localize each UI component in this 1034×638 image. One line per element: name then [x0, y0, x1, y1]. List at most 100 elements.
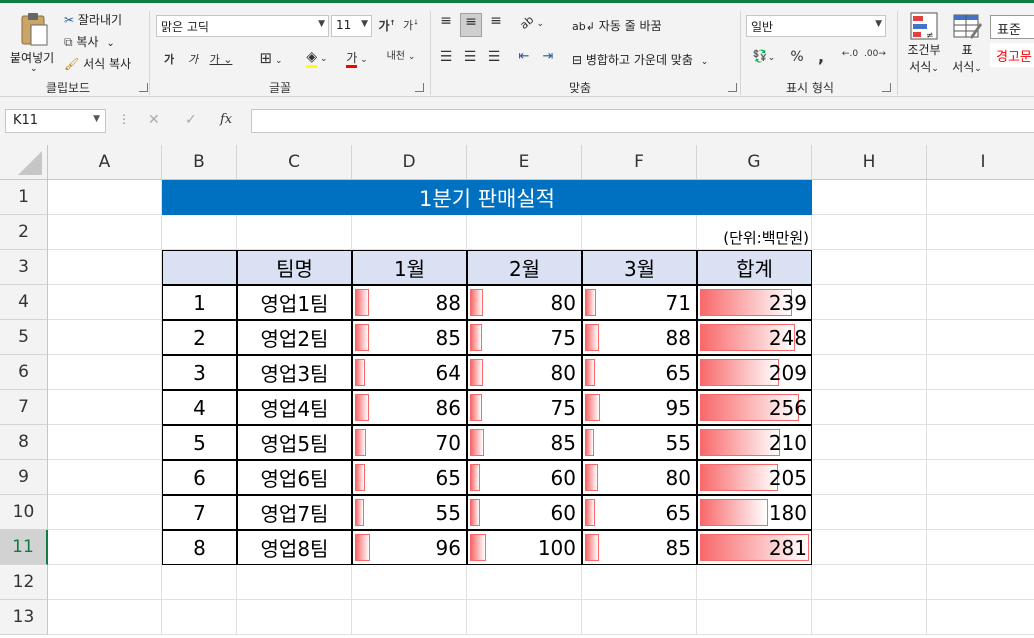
row-header[interactable]: 4 [0, 285, 48, 320]
worksheet-cell[interactable] [812, 320, 927, 355]
underline-button[interactable]: 가 ⌄ [208, 51, 234, 67]
orientation-button[interactable]: ab ⌄ [516, 13, 548, 32]
number-format-select[interactable]: 일반 ▼ [746, 15, 886, 37]
worksheet-cell[interactable] [48, 425, 162, 460]
alignment-dialog-launcher[interactable] [728, 83, 737, 92]
align-right-button[interactable]: ☰ [484, 49, 504, 65]
fill-color-button[interactable]: ◈ ⌄ [300, 49, 334, 68]
worksheet-cell[interactable] [48, 565, 162, 600]
row-header[interactable]: 7 [0, 390, 48, 425]
insert-function-button[interactable]: fx [220, 112, 232, 127]
table-cell-month-value[interactable]: 96 [352, 530, 467, 565]
worksheet-cell[interactable] [162, 600, 237, 635]
worksheet-cell[interactable] [927, 495, 1034, 530]
row-header[interactable]: 9 [0, 460, 48, 495]
row-header[interactable]: 5 [0, 320, 48, 355]
table-cell-month-value[interactable]: 64 [352, 355, 467, 390]
table-cell-total[interactable]: 180 [697, 495, 812, 530]
table-cell-month-value[interactable]: 55 [352, 495, 467, 530]
worksheet-cell[interactable] [48, 355, 162, 390]
worksheet-cell[interactable] [237, 565, 352, 600]
table-cell-no[interactable]: 1 [162, 285, 237, 320]
table-cell-total[interactable]: 256 [697, 390, 812, 425]
increase-indent-button[interactable]: ⇥ [538, 49, 558, 64]
worksheet-cell[interactable] [48, 600, 162, 635]
borders-button[interactable]: ⊞ ⌄ [254, 49, 288, 67]
worksheet-cell[interactable] [812, 355, 927, 390]
worksheet-cell[interactable] [237, 600, 352, 635]
increase-decimal-button[interactable]: ←.0 [840, 49, 860, 59]
column-header[interactable]: C [237, 145, 352, 180]
table-cell-month-value[interactable]: 85 [467, 425, 582, 460]
table-cell-total[interactable]: 210 [697, 425, 812, 460]
worksheet-cell[interactable] [812, 180, 927, 215]
name-box[interactable]: K11 ▼ [5, 109, 106, 133]
cancel-icon[interactable]: ✕ [148, 112, 160, 128]
table-cell-no[interactable]: 2 [162, 320, 237, 355]
worksheet-cell[interactable] [812, 285, 927, 320]
worksheet-cell[interactable] [467, 600, 582, 635]
worksheet-cell[interactable] [927, 285, 1034, 320]
worksheet-cell[interactable] [927, 530, 1034, 565]
table-cell-no[interactable]: 5 [162, 425, 237, 460]
worksheet-cell[interactable] [48, 460, 162, 495]
conditional-formatting-button[interactable]: ≠ 조건부 서식⌄ [902, 9, 946, 79]
table-header-cell[interactable] [162, 250, 237, 285]
worksheet-cell[interactable] [237, 215, 352, 250]
table-cell-total[interactable]: 248 [697, 320, 812, 355]
table-cell-month-value[interactable]: 85 [582, 530, 697, 565]
font-name-select[interactable]: 맑은 고딕 ▼ [156, 15, 329, 37]
table-cell-month-value[interactable]: 71 [582, 285, 697, 320]
worksheet-cell[interactable] [352, 565, 467, 600]
column-header[interactable]: B [162, 145, 237, 180]
table-header-cell[interactable]: 합계 [697, 250, 812, 285]
worksheet-cell[interactable] [812, 600, 927, 635]
worksheet-cell[interactable] [48, 320, 162, 355]
percent-button[interactable]: % [788, 49, 806, 65]
table-cell-month-value[interactable]: 86 [352, 390, 467, 425]
worksheet-cell[interactable] [812, 250, 927, 285]
italic-button[interactable]: 가 [184, 51, 202, 67]
column-header[interactable]: E [467, 145, 582, 180]
formula-input[interactable] [251, 109, 1034, 133]
table-cell-month-value[interactable]: 70 [352, 425, 467, 460]
sheet-title[interactable]: 1분기 판매실적 [162, 180, 812, 215]
table-header-cell[interactable]: 1월 [352, 250, 467, 285]
table-header-cell[interactable]: 3월 [582, 250, 697, 285]
align-middle-button[interactable]: ≡ [460, 13, 482, 37]
worksheet-cell[interactable] [162, 565, 237, 600]
worksheet-cell[interactable] [48, 390, 162, 425]
row-header[interactable]: 12 [0, 565, 48, 600]
phonetic-guide-button[interactable]: 내천 ⌄ [384, 47, 418, 62]
table-cell-month-value[interactable]: 88 [352, 285, 467, 320]
table-cell-month-value[interactable]: 80 [467, 285, 582, 320]
table-cell-month-value[interactable]: 65 [582, 495, 697, 530]
column-header[interactable]: G [697, 145, 812, 180]
table-cell-team[interactable]: 영업6팀 [237, 460, 352, 495]
table-cell-team[interactable]: 영업3팀 [237, 355, 352, 390]
worksheet-cell[interactable] [48, 180, 162, 215]
row-header[interactable]: 10 [0, 495, 48, 530]
row-header[interactable]: 2 [0, 215, 48, 250]
table-header-cell[interactable]: 팀명 [237, 250, 352, 285]
column-header[interactable]: H [812, 145, 927, 180]
worksheet-cell[interactable] [162, 215, 237, 250]
row-header[interactable]: 1 [0, 180, 48, 215]
table-cell-no[interactable]: 7 [162, 495, 237, 530]
worksheet-cell[interactable] [352, 600, 467, 635]
table-cell-no[interactable]: 3 [162, 355, 237, 390]
format-as-table-button[interactable]: 표 서식⌄ [948, 9, 986, 79]
worksheet-cell[interactable] [812, 390, 927, 425]
worksheet-cell[interactable] [467, 215, 582, 250]
font-size-select[interactable]: 11 ▼ [331, 15, 372, 37]
table-cell-month-value[interactable]: 88 [582, 320, 697, 355]
column-header[interactable]: F [582, 145, 697, 180]
table-cell-month-value[interactable]: 65 [352, 460, 467, 495]
table-cell-month-value[interactable]: 60 [467, 460, 582, 495]
worksheet-cell[interactable] [927, 565, 1034, 600]
worksheet-cell[interactable] [48, 495, 162, 530]
row-header[interactable]: 3 [0, 250, 48, 285]
table-cell-month-value[interactable]: 85 [352, 320, 467, 355]
worksheet-cell[interactable] [812, 495, 927, 530]
worksheet-cell[interactable] [927, 390, 1034, 425]
